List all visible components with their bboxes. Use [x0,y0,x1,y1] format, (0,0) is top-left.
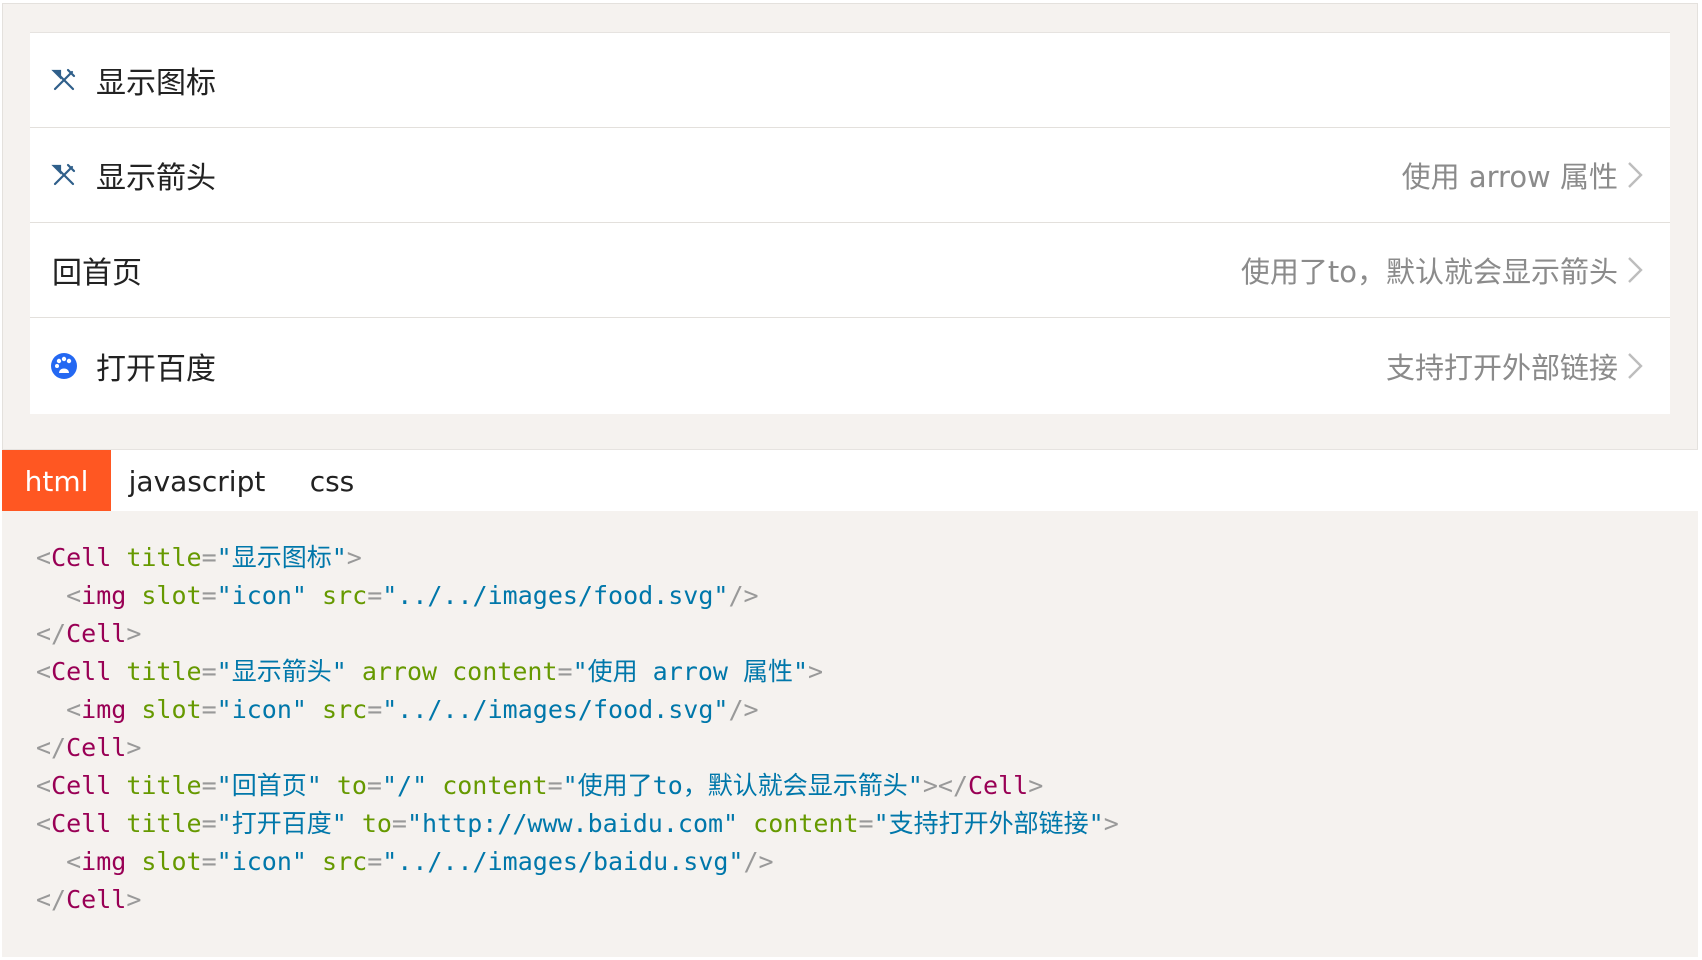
code-line: </Cell> [36,733,142,762]
chevron-right-icon [1628,162,1643,188]
tab-html[interactable]: html [2,450,111,512]
cell-home[interactable]: 回首页 使用了to，默认就会显示箭头 [30,223,1670,318]
code-line: <img slot="icon" src="../../images/food.… [66,695,759,724]
baidu-icon [50,352,78,380]
food-icon [50,66,78,94]
cell-group: 显示图标 显示箭头 使用 arrow 属性 回首页 使用了to，默认就会显示箭头 [30,32,1670,414]
code-line: <Cell title="显示箭头" arrow content="使用 arr… [36,657,824,686]
cell-content: 支持打开外部链接 [1385,351,1618,385]
cell-show-icon[interactable]: 显示图标 [30,33,1670,128]
cell-title: 回首页 [52,256,142,291]
code-line: </Cell> [36,885,142,914]
cell-open-baidu[interactable]: 打开百度 支持打开外部链接 [30,318,1670,414]
cell-content: 使用了to，默认就会显示箭头 [1240,255,1618,289]
code-line: <Cell title="打开百度" to="http://www.baidu.… [36,809,1119,838]
cell-title: 显示箭头 [96,161,216,196]
cell-title: 显示图标 [96,66,216,101]
tab-javascript[interactable]: javascript [127,450,267,512]
chevron-right-icon [1628,257,1643,283]
code-line: <img slot="icon" src="../../images/food.… [66,581,759,610]
code-block: <Cell title="显示图标"> <img slot="icon" src… [2,511,1698,957]
cell-title: 打开百度 [96,352,216,387]
code-line: <img slot="icon" src="../../images/baidu… [66,847,774,876]
cell-content: 使用 arrow 属性 [1401,160,1618,194]
code-line: <Cell title="显示图标"> [36,543,362,572]
chevron-right-icon [1628,353,1643,379]
code-line: <Cell title="回首页" to="/" content="使用了to，… [36,771,1044,800]
cell-show-arrow[interactable]: 显示箭头 使用 arrow 属性 [30,128,1670,223]
tab-css[interactable]: css [297,450,367,512]
code-line: </Cell> [36,619,142,648]
code-tabs: html javascript css [2,449,1698,512]
food-icon [50,161,78,189]
